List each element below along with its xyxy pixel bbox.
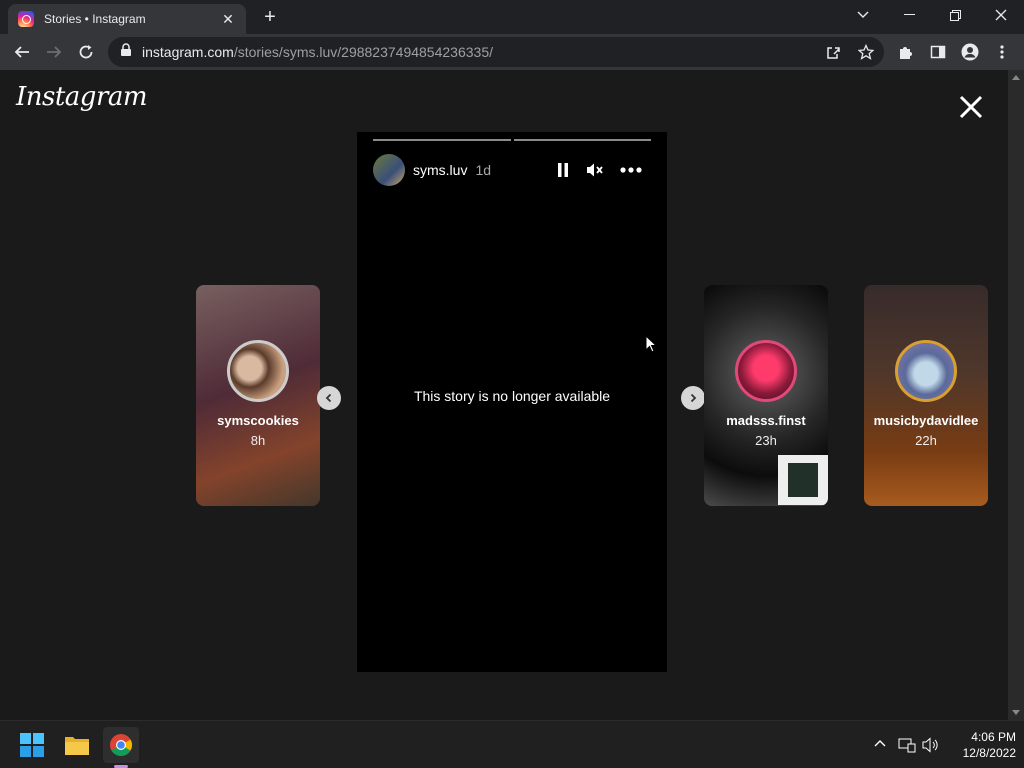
ellipsis-icon [620, 167, 642, 173]
reload-button[interactable] [72, 38, 100, 66]
current-story[interactable]: syms.luv 1d This story is no longer avai… [357, 132, 667, 672]
folder-icon [65, 737, 89, 755]
story-preview-symscookies[interactable]: symscookies 8h [196, 285, 320, 506]
start-button[interactable] [14, 727, 50, 763]
preview-thumbnail [778, 455, 828, 505]
preview-username: musicbydavidlee [873, 413, 979, 428]
previous-story-button[interactable] [317, 386, 341, 410]
minimize-button[interactable] [886, 0, 932, 30]
tab-search-chevron-icon[interactable] [840, 0, 886, 30]
extensions-puzzle-icon[interactable] [892, 38, 920, 66]
side-panel-icon[interactable] [924, 38, 952, 66]
avatar [895, 340, 957, 402]
page-scrollbar[interactable] [1008, 70, 1024, 720]
volume-icon[interactable] [922, 737, 940, 753]
preview-username: madsss.finst [726, 413, 806, 428]
url-text: instagram.com/stories/syms.luv/298823749… [142, 44, 493, 60]
lock-icon[interactable] [120, 42, 132, 62]
preview-time: 8h [250, 433, 266, 448]
scroll-up-icon [1012, 75, 1020, 80]
file-explorer-button[interactable] [59, 727, 95, 763]
preview-username: symscookies [217, 413, 299, 428]
clock-date: 12/8/2022 [962, 746, 1016, 760]
story-progress-bar-2 [514, 139, 651, 141]
story-preview-musicbydavidlee[interactable]: musicbydavidlee 22h [864, 285, 988, 506]
address-bar[interactable]: instagram.com/stories/syms.luv/298823749… [108, 37, 884, 67]
story-timestamp: 1d [475, 162, 492, 178]
preview-time: 23h [755, 433, 777, 448]
next-story-button[interactable] [681, 386, 705, 410]
chrome-icon [110, 734, 132, 756]
clock-time: 4:06 PM [971, 730, 1016, 744]
tab-instagram-stories[interactable]: Stories • Instagram ✕ [8, 4, 246, 34]
close-tab-icon[interactable]: ✕ [220, 11, 236, 28]
instagram-logo[interactable]: Instagram [16, 82, 148, 112]
story-unavailable-message: This story is no longer available [413, 388, 611, 404]
chrome-menu-icon[interactable] [988, 38, 1016, 66]
instagram-stories-page: Instagram symscookies 8h syms.luv 1d Thi… [0, 70, 1008, 720]
muted-speaker-icon [587, 163, 603, 177]
story-progress-bar-1 [373, 139, 511, 141]
back-button[interactable] [8, 38, 36, 66]
tab-title: Stories • Instagram [44, 12, 146, 26]
story-preview-madsss-finst[interactable]: madsss.finst 23h [704, 285, 828, 506]
windows-logo-icon [20, 733, 44, 757]
story-header: syms.luv 1d [373, 154, 491, 186]
instagram-favicon-icon [18, 11, 34, 27]
pause-button[interactable] [553, 160, 573, 180]
chevron-left-icon [325, 393, 332, 403]
browser-toolbar: instagram.com/stories/syms.luv/298823749… [0, 34, 1024, 70]
chevron-right-icon [690, 393, 697, 403]
taskbar-clock[interactable]: 4:06 PM 12/8/2022 [946, 729, 1016, 761]
forward-button[interactable] [40, 38, 68, 66]
chevron-up-icon[interactable] [874, 739, 886, 747]
windows-taskbar: 4:06 PM 12/8/2022 [0, 720, 1024, 768]
profile-avatar-icon[interactable] [956, 38, 984, 66]
avatar[interactable] [373, 154, 405, 186]
story-username[interactable]: syms.luv [413, 162, 467, 178]
restore-button[interactable] [932, 0, 978, 30]
mute-button[interactable] [585, 160, 605, 180]
mouse-cursor-icon [645, 335, 657, 353]
pause-icon [558, 163, 568, 177]
avatar [227, 340, 289, 402]
network-icon[interactable] [898, 737, 916, 753]
preview-time: 22h [915, 433, 937, 448]
scroll-down-icon [1012, 710, 1020, 715]
new-tab-button[interactable]: + [258, 6, 282, 30]
share-icon[interactable] [820, 38, 848, 66]
more-options-button[interactable] [619, 160, 643, 180]
avatar [735, 340, 797, 402]
close-window-button[interactable] [978, 0, 1024, 30]
close-stories-button[interactable] [958, 94, 984, 120]
bookmark-star-icon[interactable] [852, 38, 880, 66]
tab-strip: Stories • Instagram ✕ + [0, 0, 1024, 34]
chrome-taskbar-button[interactable] [103, 727, 139, 768]
